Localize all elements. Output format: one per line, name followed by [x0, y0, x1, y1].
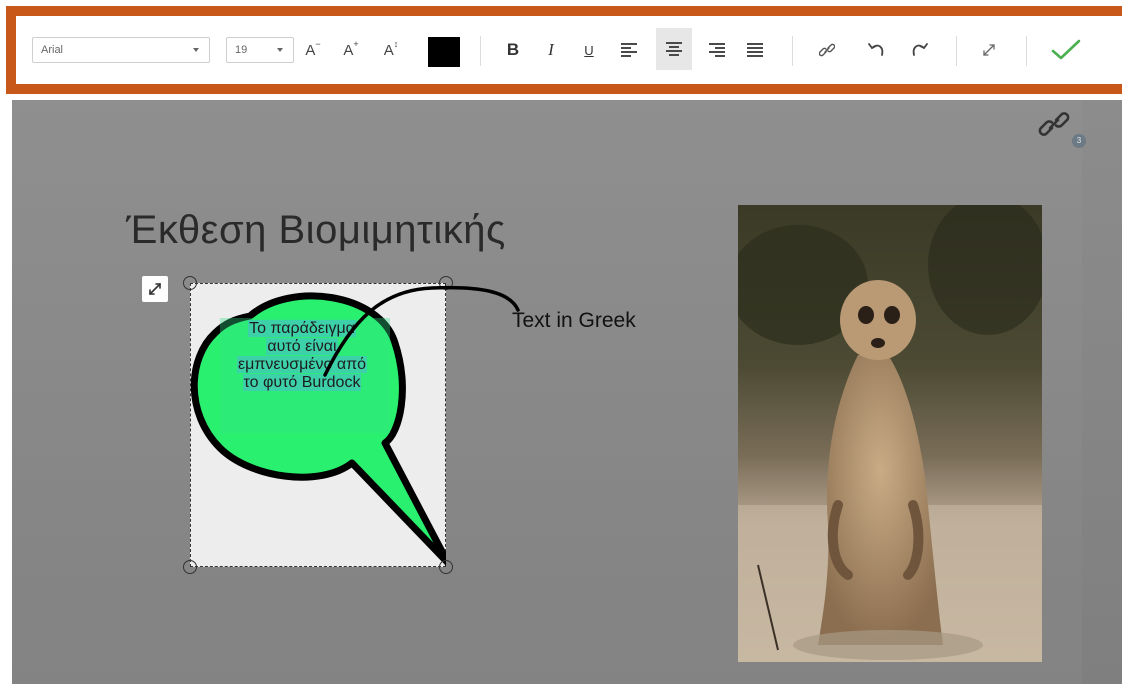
font-family-select[interactable]: Arial [32, 37, 210, 63]
align-center-button[interactable] [656, 28, 692, 70]
italic-button[interactable]: I [538, 16, 564, 84]
align-left-button[interactable] [614, 16, 644, 84]
auto-fit-text-button[interactable]: A↕ [378, 16, 404, 84]
align-left-icon [621, 43, 637, 57]
font-family-value: Arial [41, 44, 64, 56]
align-center-icon [666, 42, 682, 56]
align-justify-button[interactable] [740, 16, 770, 84]
italic-icon: I [548, 40, 554, 59]
text-formatting-toolbar: Arial 19 A− A+ A↕ B I U [6, 6, 1122, 94]
align-right-button[interactable] [702, 16, 732, 84]
bold-icon: B [506, 40, 520, 59]
toolbar-divider [1026, 36, 1027, 66]
text-color-picker[interactable] [428, 37, 460, 67]
editor-canvas[interactable]: 3 Έκθεση Βιομιμητικής Το παράδειγμα αυτό… [12, 100, 1122, 684]
link-icon [819, 43, 835, 57]
expand-icon [983, 44, 995, 56]
auto-fit-icon: A↕ [383, 39, 399, 59]
increase-font-icon: A+ [343, 39, 359, 59]
insert-link-button[interactable] [812, 16, 842, 84]
font-size-value: 19 [235, 44, 248, 56]
chevron-down-icon [277, 48, 283, 52]
confirm-button[interactable] [1046, 16, 1086, 84]
undo-button[interactable] [862, 16, 892, 84]
annotation-label[interactable]: Text in Greek [512, 309, 636, 333]
underline-icon: U [584, 42, 594, 58]
align-justify-icon [747, 43, 763, 57]
toolbar-divider [792, 36, 793, 66]
toolbar-divider [956, 36, 957, 66]
decrease-font-size-button[interactable]: A− [300, 16, 326, 84]
underline-button[interactable]: U [576, 16, 602, 84]
undo-icon [868, 43, 884, 56]
increase-font-size-button[interactable]: A+ [338, 16, 364, 84]
fullscreen-button[interactable] [974, 16, 1004, 84]
redo-button[interactable] [904, 16, 934, 84]
chevron-down-icon [193, 48, 199, 52]
checkmark-icon [1051, 39, 1081, 60]
decrease-font-icon: A− [305, 39, 321, 59]
align-right-icon [709, 43, 725, 57]
bold-button[interactable]: B [500, 16, 526, 84]
toolbar-divider [480, 36, 481, 66]
meerkat-photo[interactable] [738, 205, 1042, 662]
font-size-select[interactable]: 19 [226, 37, 294, 63]
redo-icon [912, 43, 928, 56]
